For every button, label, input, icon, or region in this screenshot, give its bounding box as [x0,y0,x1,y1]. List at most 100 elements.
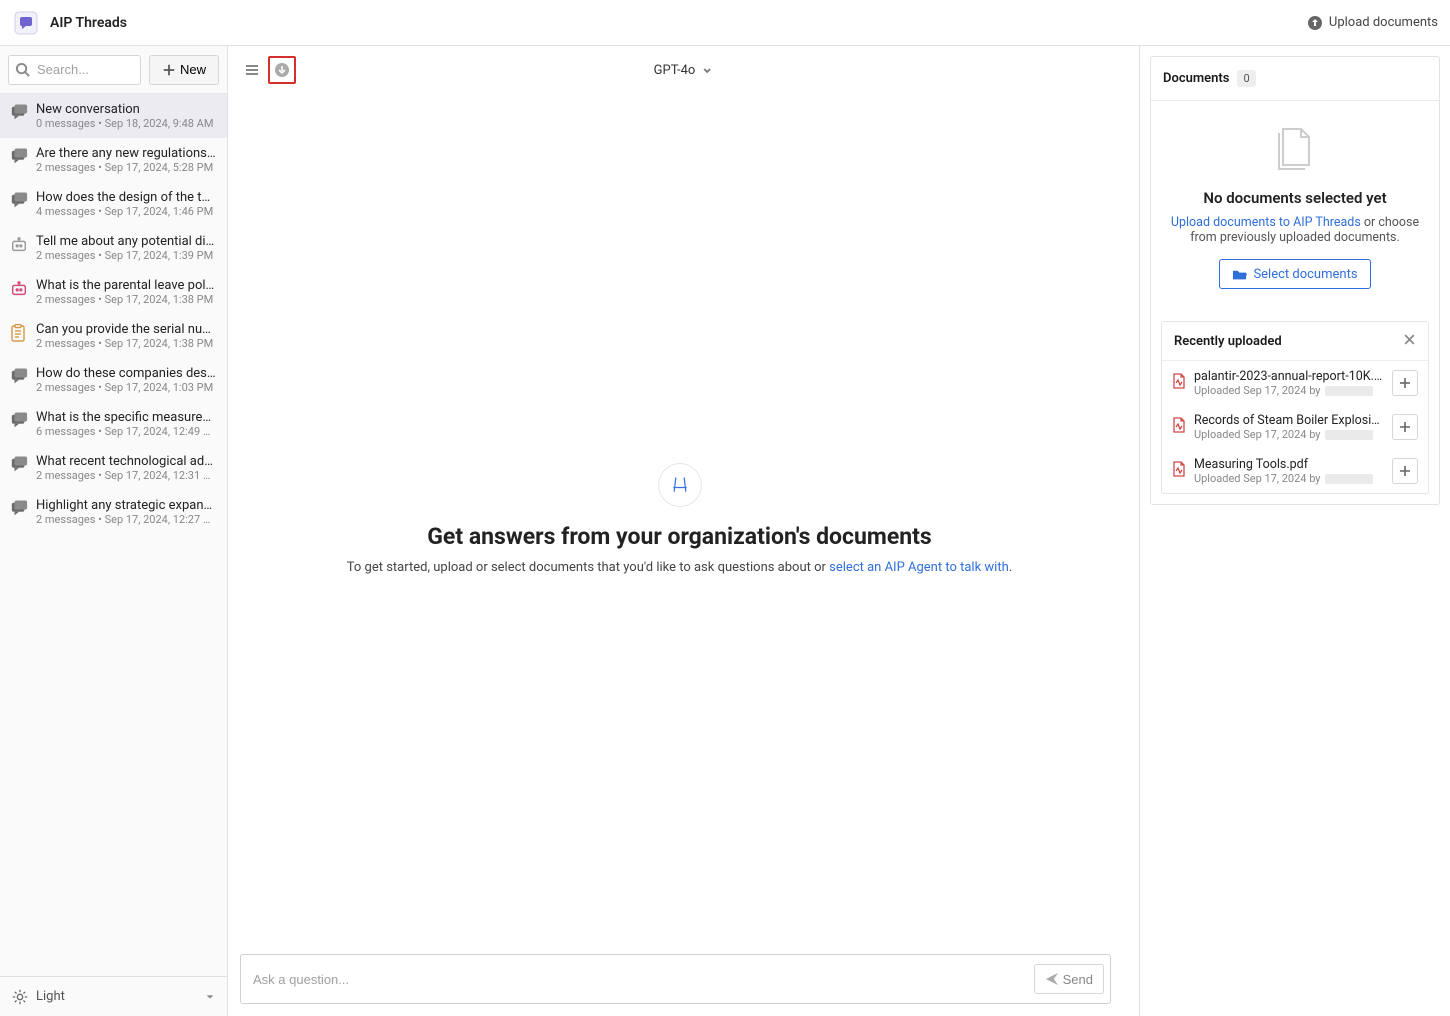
add-document-button[interactable] [1392,458,1418,484]
plus-icon [1399,377,1411,389]
document-icon [1273,123,1317,175]
sun-icon [12,989,28,1005]
documents-panel: Documents 0 No documents selected yet Up… [1140,46,1450,1016]
documents-title: Documents [1163,71,1229,86]
conversation-list: New conversation0 messages • Sep 18, 202… [0,94,227,976]
download-circle-icon [274,62,290,78]
recent-upload-item: Measuring Tools.pdfUploaded Sep 17, 2024… [1162,449,1428,493]
add-document-button[interactable] [1392,414,1418,440]
conversation-item[interactable]: What recent technological advan…2 messag… [0,446,227,490]
download-button[interactable] [268,56,296,84]
main-panel: GPT-4o Get answers from your organizatio… [228,46,1140,1016]
plus-icon [1399,421,1411,433]
conversation-title: New conversation [36,102,213,117]
conversation-icon [10,412,28,438]
pdf-icon [1172,373,1186,393]
conversation-icon [10,500,28,526]
conversation-icon [10,236,28,262]
recent-upload-meta: Uploaded Sep 17, 2024 by [1194,428,1384,441]
conversation-icon [10,456,28,482]
chevron-down-icon [701,64,713,76]
send-button[interactable]: Send [1034,964,1104,994]
theme-label: Light [36,989,65,1004]
conversation-title: Can you provide the serial numb… [36,322,217,337]
select-agent-link[interactable]: select an AIP Agent to talk with [829,560,1009,575]
recently-uploaded-title: Recently uploaded [1174,334,1282,349]
conversation-item[interactable]: How do these companies describ…2 message… [0,358,227,402]
new-button-label: New [180,62,206,77]
conversation-title: How does the design of the taper … [36,190,217,205]
select-documents-label: Select documents [1253,267,1357,282]
conversation-title: What is the parental leave policy? [36,278,217,293]
header: AIP Threads Upload documents [0,0,1450,46]
pdf-icon [1172,417,1186,437]
documents-count-badge: 0 [1237,70,1255,87]
conversation-item[interactable]: Are there any new regulations ap…2 messa… [0,138,227,182]
uploader-placeholder [1325,386,1373,396]
chevron-down-icon [205,992,215,1002]
search-icon [15,62,30,81]
conversation-title: Tell me about any potential disr… [36,234,217,249]
folder-open-icon [1232,267,1247,282]
model-label: GPT-4o [654,63,696,78]
conversation-item[interactable]: What is the specific measuremen…6 messag… [0,402,227,446]
documents-empty-subtitle: Upload documents to AIP Threads or choos… [1165,215,1425,245]
upload-icon [1307,15,1323,31]
upload-documents-label: Upload documents [1329,15,1438,30]
hero-title: Get answers from your organization's doc… [427,523,932,550]
plus-icon [1399,465,1411,477]
conversation-meta: 2 messages • Sep 17, 2024, 1:03 PM [36,381,217,394]
conversation-item[interactable]: Highlight any strategic expansion…2 mess… [0,490,227,534]
conversation-icon [10,368,28,394]
recently-uploaded-panel: Recently uploaded palantir-2023-annual-r… [1161,321,1429,494]
conversation-item[interactable]: How does the design of the taper …4 mess… [0,182,227,226]
conversation-title: What recent technological advan… [36,454,217,469]
uploader-placeholder [1325,430,1373,440]
theme-switcher[interactable]: Light [0,976,227,1016]
conversation-item[interactable]: Tell me about any potential disr…2 messa… [0,226,227,270]
upload-documents-button[interactable]: Upload documents [1307,15,1438,31]
conversation-meta: 2 messages • Sep 17, 2024, 1:39 PM [36,249,217,262]
conversation-icon [10,192,28,218]
conversation-icon [10,104,28,130]
menu-button[interactable] [238,56,266,84]
recent-upload-name: Measuring Tools.pdf [1194,457,1384,472]
plus-icon [162,63,176,77]
recent-upload-name: palantir-2023-annual-report-10K.pdf [1194,369,1384,384]
recent-upload-meta: Uploaded Sep 17, 2024 by [1194,384,1384,397]
new-conversation-button[interactable]: New [149,55,219,85]
recent-upload-item: palantir-2023-annual-report-10K.pdfUploa… [1162,361,1428,405]
sidebar: New New conversation0 messages • Sep 18,… [0,46,228,1016]
pdf-icon [1172,461,1186,481]
conversation-icon [10,148,28,174]
hero-logo-icon [658,463,702,507]
add-document-button[interactable] [1392,370,1418,396]
conversation-icon [10,280,28,306]
send-label: Send [1063,972,1093,987]
conversation-icon [10,324,28,350]
conversation-meta: 6 messages • Sep 17, 2024, 12:49 PM [36,425,217,438]
send-icon [1045,972,1059,986]
hero-subtitle: To get started, upload or select documen… [347,560,1012,575]
recent-upload-item: Records of Steam Boiler Explosion…Upload… [1162,405,1428,449]
model-selector[interactable]: GPT-4o [654,63,714,78]
conversation-meta: 2 messages • Sep 17, 2024, 5:28 PM [36,161,217,174]
conversation-title: Are there any new regulations ap… [36,146,217,161]
conversation-title: What is the specific measuremen… [36,410,217,425]
conversation-meta: 0 messages • Sep 18, 2024, 9:48 AM [36,117,213,130]
conversation-meta: 2 messages • Sep 17, 2024, 1:38 PM [36,337,217,350]
conversation-meta: 2 messages • Sep 17, 2024, 12:27 PM [36,513,217,526]
conversation-item[interactable]: Can you provide the serial numb…2 messag… [0,314,227,358]
app-logo-icon [12,9,40,37]
conversation-title: Highlight any strategic expansion… [36,498,217,513]
upload-documents-link[interactable]: Upload documents to AIP Threads [1171,215,1361,230]
conversation-item[interactable]: New conversation0 messages • Sep 18, 202… [0,94,227,138]
close-icon[interactable] [1403,332,1416,350]
recent-upload-meta: Uploaded Sep 17, 2024 by [1194,472,1384,485]
conversation-meta: 2 messages • Sep 17, 2024, 12:31 PM [36,469,217,482]
documents-empty-title: No documents selected yet [1203,189,1386,207]
compose-input[interactable] [253,972,1034,987]
compose-box: Send [240,954,1111,1004]
select-documents-button[interactable]: Select documents [1219,259,1370,289]
conversation-item[interactable]: What is the parental leave policy?2 mess… [0,270,227,314]
